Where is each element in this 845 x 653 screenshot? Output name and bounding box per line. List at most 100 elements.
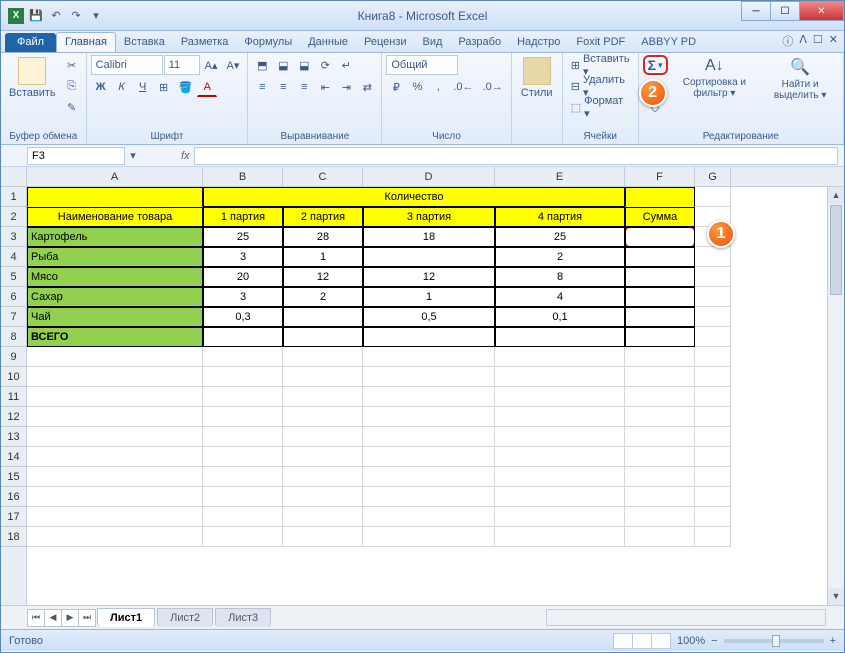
cell[interactable] [695, 487, 731, 507]
cell-sum-header[interactable]: Сумма [625, 207, 695, 227]
view-pagebreak-button[interactable] [651, 633, 671, 649]
cell[interactable] [625, 347, 695, 367]
tab-formulas[interactable]: Формулы [236, 33, 300, 52]
save-icon[interactable]: 💾 [27, 7, 45, 25]
cell-p4-header[interactable]: 4 партия [495, 207, 625, 227]
cell[interactable]: 2 [283, 287, 363, 307]
tab-file[interactable]: Файл [5, 33, 56, 52]
align-middle-button[interactable]: ⬓ [273, 55, 293, 75]
tab-review[interactable]: Рецензи [356, 33, 415, 52]
cell[interactable]: Рыба [27, 247, 203, 267]
cell[interactable] [495, 507, 625, 527]
zoom-level[interactable]: 100% [677, 635, 705, 647]
cell[interactable]: 0,5 [363, 307, 495, 327]
cell[interactable] [625, 287, 695, 307]
sheet-nav-first[interactable]: ⏮ [27, 609, 45, 627]
close-button[interactable]: ✕ [799, 1, 844, 21]
cell[interactable] [203, 367, 283, 387]
row-header[interactable]: 9 [1, 347, 26, 367]
zoom-in-button[interactable]: + [830, 635, 836, 647]
formula-bar[interactable] [194, 147, 838, 165]
cell[interactable] [283, 447, 363, 467]
row-header[interactable]: 6 [1, 287, 26, 307]
cell[interactable]: 3 [203, 247, 283, 267]
italic-button[interactable]: К [112, 77, 132, 97]
row-header[interactable]: 12 [1, 407, 26, 427]
tab-layout[interactable]: Разметка [173, 33, 237, 52]
decrease-indent-button[interactable]: ⇤ [315, 77, 335, 97]
cell[interactable] [203, 527, 283, 547]
bold-button[interactable]: Ж [91, 77, 111, 97]
ribbon-help-icon[interactable]: ⓘ [782, 33, 793, 49]
cell[interactable] [695, 247, 731, 267]
cell[interactable] [27, 447, 203, 467]
font-color-button[interactable]: A [197, 77, 217, 97]
cell[interactable] [363, 347, 495, 367]
sheet-tab-3[interactable]: Лист3 [215, 608, 271, 627]
cell[interactable] [27, 467, 203, 487]
row-header[interactable]: 11 [1, 387, 26, 407]
cell[interactable] [625, 307, 695, 327]
fx-icon[interactable]: fx [181, 150, 190, 162]
cell[interactable]: 2 [495, 247, 625, 267]
cell[interactable] [27, 487, 203, 507]
cell[interactable]: 12 [363, 267, 495, 287]
shrink-font-button[interactable]: A▾ [223, 55, 244, 75]
cell-qty-header[interactable]: Количество [203, 187, 625, 207]
cell[interactable] [363, 327, 495, 347]
cell[interactable] [695, 187, 731, 207]
cell[interactable] [283, 427, 363, 447]
cell[interactable] [283, 487, 363, 507]
cell[interactable] [283, 527, 363, 547]
cell[interactable]: 12 [283, 267, 363, 287]
cell[interactable] [363, 447, 495, 467]
font-size-select[interactable]: 11 [164, 55, 200, 75]
cell[interactable] [363, 387, 495, 407]
cell[interactable] [625, 527, 695, 547]
cell[interactable] [203, 347, 283, 367]
align-left-button[interactable]: ≡ [252, 77, 272, 97]
cell-p3-header[interactable]: 3 партия [363, 207, 495, 227]
cell[interactable] [495, 407, 625, 427]
cell[interactable] [203, 447, 283, 467]
cell[interactable] [283, 407, 363, 427]
cell[interactable] [695, 407, 731, 427]
cell-f3-selected[interactable] [625, 227, 695, 247]
col-header[interactable]: F [625, 167, 695, 186]
cell[interactable] [283, 327, 363, 347]
cell[interactable]: 18 [363, 227, 495, 247]
cell[interactable] [695, 267, 731, 287]
row-header[interactable]: 16 [1, 487, 26, 507]
cell[interactable] [495, 467, 625, 487]
cell[interactable] [625, 447, 695, 467]
name-box-dropdown-icon[interactable]: ▾ [125, 149, 141, 162]
cell[interactable] [363, 247, 495, 267]
merge-button[interactable]: ⇄ [357, 77, 377, 97]
cell[interactable] [27, 187, 203, 207]
name-box[interactable]: F3 [27, 147, 125, 165]
sheet-nav-last[interactable]: ⏭ [78, 609, 96, 627]
cut-button[interactable]: ✂ [62, 55, 82, 75]
increase-decimal-button[interactable]: .0← [449, 77, 477, 97]
horizontal-scrollbar[interactable] [546, 609, 826, 626]
cell[interactable] [625, 507, 695, 527]
delete-cells-button[interactable]: ⊟Удалить ▾ [567, 76, 634, 96]
cell[interactable] [27, 507, 203, 527]
scroll-up-icon[interactable]: ▲ [828, 187, 844, 204]
cell[interactable] [625, 247, 695, 267]
row-header[interactable]: 14 [1, 447, 26, 467]
row-header[interactable]: 13 [1, 427, 26, 447]
autosum-dropdown-icon[interactable]: ▾ [658, 60, 663, 71]
row-header[interactable]: 15 [1, 467, 26, 487]
cell[interactable] [363, 367, 495, 387]
sheet-tab-2[interactable]: Лист2 [157, 608, 213, 627]
find-select-button[interactable]: 🔍 Найти и выделить ▾ [761, 55, 839, 103]
redo-icon[interactable]: ↷ [67, 7, 85, 25]
tab-developer[interactable]: Разрабо [450, 33, 509, 52]
cell[interactable] [695, 347, 731, 367]
tab-foxit[interactable]: Foxit PDF [568, 33, 633, 52]
cell[interactable]: Чай [27, 307, 203, 327]
orientation-button[interactable]: ⟳ [315, 55, 335, 75]
cell[interactable]: 20 [203, 267, 283, 287]
cell[interactable]: 4 [495, 287, 625, 307]
